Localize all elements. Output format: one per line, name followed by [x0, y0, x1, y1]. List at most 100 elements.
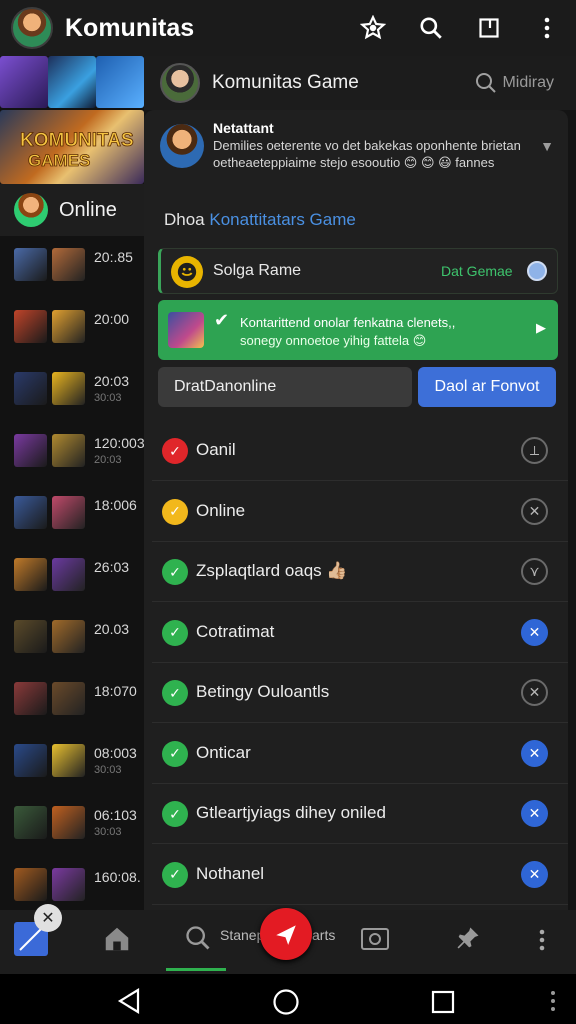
- game-option-row[interactable]: Solga Rame Dat Gemae: [158, 248, 558, 294]
- remove-icon[interactable]: ✕: [521, 497, 548, 525]
- list-item-label: Betingy Ouloantls: [196, 682, 330, 701]
- media-icon[interactable]: [360, 926, 390, 957]
- promo-banner[interactable]: ✔ Kontarittend onolar fenkatna clenets,,…: [158, 300, 558, 360]
- game-thumbnail: [52, 868, 85, 901]
- send-icon: [276, 925, 296, 945]
- notice-card[interactable]: Netattant Demilies oeterente vo det bake…: [144, 110, 568, 202]
- list-item-label: Cotratimat: [196, 621, 275, 641]
- name-field[interactable]: DratDanonline: [158, 367, 412, 407]
- list-item[interactable]: ✓ Oanil ⟂: [152, 421, 568, 481]
- conversation-row[interactable]: 160:08.: [0, 856, 144, 910]
- list-item[interactable]: ✓ Betingy Ouloantls ✕: [152, 663, 568, 723]
- conversation-row[interactable]: 06:103 30:03: [0, 794, 144, 856]
- search-placeholder: Midiray: [502, 74, 554, 91]
- conversation-row[interactable]: 20.03: [0, 608, 144, 670]
- section-heading: Dhoa Konattitatars Game: [164, 210, 356, 230]
- conversation-row[interactable]: 18:006: [0, 484, 144, 546]
- svg-text:GAMES: GAMES: [28, 151, 90, 170]
- row-time: 20:.85: [94, 249, 133, 265]
- row-time: 20:03: [94, 373, 130, 389]
- status-check-icon: ✓: [162, 680, 188, 706]
- row-time: 20.03: [94, 621, 130, 637]
- community-panel: Netattant Demilies oeterente vo det bake…: [144, 110, 568, 910]
- conversation-row[interactable]: 20:00: [0, 298, 144, 360]
- search-icon: [476, 73, 497, 93]
- row-time: 26:03: [94, 559, 130, 575]
- remove-icon[interactable]: ✕: [521, 860, 548, 888]
- home-icon[interactable]: [102, 924, 132, 959]
- game-thumbnail: [52, 372, 85, 405]
- notice-avatar: [160, 124, 204, 168]
- arrow-right-icon[interactable]: ▶: [536, 320, 546, 336]
- recents-icon[interactable]: [431, 990, 455, 1019]
- row-time: 18:006: [94, 497, 137, 513]
- game-thumbnail: [14, 372, 47, 405]
- list-item[interactable]: ✓ Onticar ✕: [152, 724, 568, 784]
- conversation-row[interactable]: 18:070: [0, 670, 144, 732]
- conversation-row[interactable]: 26:03: [0, 546, 144, 608]
- more-vert-icon[interactable]: [518, 0, 576, 56]
- game-thumbnail: [52, 806, 85, 839]
- chat-title: Komunitas Game: [212, 72, 359, 93]
- online-status-row[interactable]: Online: [0, 184, 144, 236]
- pin-icon[interactable]: [454, 924, 482, 957]
- remove-icon[interactable]: ✕: [521, 739, 548, 767]
- app-root: Komunitas KOMUNITAS GAMES Online 20:.85 20…: [0, 0, 576, 1024]
- list-item[interactable]: ✓ Nothanel ✕: [152, 845, 568, 905]
- search-icon[interactable]: [402, 0, 460, 56]
- close-icon[interactable]: ✕: [34, 904, 62, 932]
- chat-search[interactable]: Midiray: [474, 71, 554, 95]
- game-banner-thumb[interactable]: [96, 56, 144, 108]
- search-icon[interactable]: [184, 924, 212, 957]
- chevron-down-icon[interactable]: ▼: [540, 138, 554, 154]
- more-vert-icon[interactable]: [550, 990, 556, 1017]
- promo-thumbnail: [168, 312, 204, 348]
- remove-icon[interactable]: ✕: [521, 679, 548, 706]
- conversation-row[interactable]: 08:003 30:03: [0, 732, 144, 794]
- svg-text:KOMUNITAS: KOMUNITAS: [20, 130, 134, 151]
- status-check-icon: ✓: [162, 740, 188, 767]
- list-item-label: Gtleartjyiags dihey oniled: [196, 803, 386, 822]
- remove-icon[interactable]: ✕: [521, 800, 548, 827]
- game-logo-banner[interactable]: KOMUNITAS GAMES: [0, 110, 144, 184]
- window-icon[interactable]: [460, 0, 518, 56]
- list-item[interactable]: ✓ Cotratimat ✕: [152, 603, 568, 663]
- list-item-label: Online: [196, 500, 246, 520]
- radio-button[interactable]: [527, 261, 547, 281]
- list-item[interactable]: ✓ Online ✕: [152, 482, 568, 542]
- game-thumbnail: [14, 744, 47, 777]
- row-time: 20:00: [94, 311, 130, 327]
- home-circle-icon[interactable]: [272, 988, 300, 1021]
- list-item[interactable]: ✓ Gtleartjyiags dihey oniled ✕: [152, 784, 568, 844]
- game-thumbnail: [52, 744, 85, 777]
- top-app-bar: Komunitas: [0, 0, 576, 56]
- game-thumbnail: [14, 496, 47, 529]
- game-thumbnail: [52, 496, 85, 529]
- community-avatar[interactable]: [11, 7, 53, 49]
- more-vert-icon[interactable]: [538, 928, 546, 957]
- star-badge-icon[interactable]: [344, 0, 402, 56]
- channel-list: KOMUNITAS GAMES Online 20:.85 20:00 20:03 30…: [0, 56, 144, 910]
- chat-avatar[interactable]: [160, 63, 200, 103]
- back-icon[interactable]: [116, 988, 144, 1019]
- send-fab-button[interactable]: [260, 908, 312, 960]
- row-time: 06:103: [94, 807, 137, 823]
- online-label: Online: [59, 198, 117, 221]
- conversation-row[interactable]: 20:.85: [0, 236, 144, 298]
- remove-icon[interactable]: ✕: [521, 618, 548, 646]
- game-banner-thumb[interactable]: [48, 56, 96, 108]
- row-subtext: 20:03: [94, 454, 122, 466]
- primary-action-button[interactable]: Daol ar Fonvot: [418, 367, 556, 407]
- list-item[interactable]: ✓ Zsplaqtlard oaqs 👍🏼 ⋎: [152, 542, 568, 602]
- conversation-row[interactable]: 120:003 20:03: [0, 422, 144, 484]
- remove-icon[interactable]: ⋎: [521, 558, 548, 585]
- game-banner-thumb[interactable]: [0, 56, 48, 108]
- conversation-row[interactable]: 20:03 30:03: [0, 360, 144, 422]
- game-thumbnail: [52, 620, 85, 653]
- nav-search-label[interactable]: Stanep: [220, 927, 264, 943]
- section-link[interactable]: Konattitatars Game: [209, 210, 355, 229]
- game-thumbnail: [14, 558, 47, 591]
- status-check-icon: ✓: [162, 559, 188, 585]
- remove-icon[interactable]: ⟂: [521, 437, 548, 464]
- game-thumbnail: [52, 310, 85, 343]
